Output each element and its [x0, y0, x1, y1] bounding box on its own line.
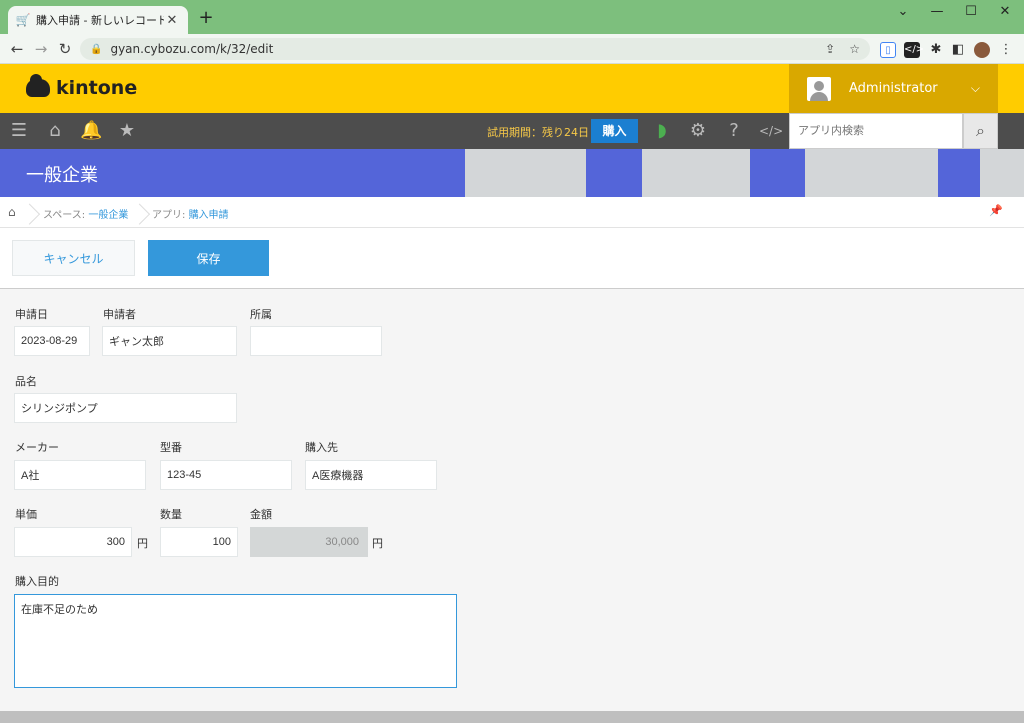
code-icon[interactable]: </> [904, 42, 924, 58]
kintone-logo[interactable]: kintone [26, 74, 138, 99]
applicant-field[interactable] [102, 326, 237, 356]
cancel-button[interactable]: キャンセル [12, 240, 135, 276]
extension-icon[interactable]: ▯ [880, 42, 896, 58]
department-field[interactable] [250, 326, 382, 356]
quantity-field[interactable] [160, 527, 238, 557]
gear-icon[interactable]: ⚙ [687, 120, 709, 142]
sidepanel-icon[interactable]: ◧ [950, 42, 966, 58]
vendor-field[interactable] [305, 460, 437, 490]
back-icon[interactable]: ← [6, 38, 28, 60]
trial-text: 試用期間：残り24日 [487, 126, 589, 139]
breadcrumb-space-prefix: スペース: [43, 210, 89, 221]
price-unit: 円 [137, 537, 148, 550]
url-field[interactable]: 🔒 gyan.cybozu.com/k/32/edit ⇪ ☆ [80, 38, 870, 60]
breadcrumb-space-link[interactable]: 一般企業 [88, 210, 128, 221]
model-field[interactable] [160, 460, 292, 490]
product-label: 品名 [15, 375, 37, 388]
puzzle-icon[interactable]: ✱ [928, 42, 944, 58]
share-icon[interactable]: ⇪ [825, 42, 835, 56]
beginner-icon[interactable]: ◗ [651, 120, 673, 142]
minimize-button[interactable]: — [920, 0, 954, 26]
kintone-header: kintone Administrator ⌵ [0, 64, 1024, 113]
date-label: 申請日 [15, 308, 48, 321]
chevron-down-icon: ⌵ [970, 81, 980, 95]
amount-calculated-field: 30,000 [250, 527, 368, 557]
breadcrumb-app-link[interactable]: 購入申請 [189, 210, 229, 221]
page-bottom-bar [0, 711, 1024, 723]
avatar[interactable] [974, 42, 990, 58]
user-name: Administrator [849, 81, 938, 96]
price-field[interactable] [14, 527, 132, 557]
forward-icon[interactable]: → [30, 38, 52, 60]
star-icon[interactable]: ☆ [849, 42, 860, 56]
favorite-star-icon[interactable]: ★ [116, 120, 138, 142]
url-text: gyan.cybozu.com/k/32/edit [110, 42, 274, 56]
app-search-input[interactable] [789, 113, 963, 149]
address-bar: ← → ↻ 🔒 gyan.cybozu.com/k/32/edit ⇪ ☆ ▯ … [0, 34, 1024, 64]
banner-stripe [586, 149, 642, 197]
user-avatar-icon [807, 76, 831, 101]
purpose-label: 購入目的 [15, 575, 59, 588]
home-icon[interactable]: ⌂ [44, 120, 66, 142]
date-field[interactable] [14, 326, 90, 356]
applicant-label: 申請者 [103, 308, 136, 321]
banner-stripe [750, 149, 805, 197]
record-form: 申請日 申請者 所属 品名 メーカー 型番 購入先 単価 円 数量 金額 30,… [0, 289, 1024, 711]
maker-label: メーカー [15, 441, 59, 454]
buy-button[interactable]: 購入 [591, 119, 638, 143]
model-label: 型番 [160, 441, 182, 454]
save-button[interactable]: 保存 [148, 240, 269, 276]
home-icon[interactable]: ⌂ [8, 205, 16, 219]
logo-icon [26, 74, 50, 97]
hamburger-menu-icon[interactable]: ☰ [8, 120, 30, 142]
pin-icon[interactable]: 📌 [989, 204, 1003, 217]
banner-stripe [938, 149, 980, 197]
bell-icon[interactable]: 🔔 [80, 120, 102, 142]
help-icon[interactable]: ? [723, 120, 745, 142]
breadcrumb-separator [132, 197, 144, 228]
code-icon[interactable]: </> [759, 120, 783, 142]
breadcrumb: ⌂ スペース: 一般企業 アプリ: 購入申請 📌 [0, 197, 1024, 228]
logo-text: kintone [56, 77, 138, 99]
chevron-down-icon[interactable]: ⌄ [886, 0, 920, 26]
cart-icon: 🛒 [15, 13, 31, 27]
amount-unit: 円 [372, 537, 383, 550]
lock-icon: 🔒 [90, 43, 103, 55]
user-menu[interactable]: Administrator ⌵ [789, 64, 998, 113]
quantity-label: 数量 [160, 508, 182, 521]
breadcrumb-separator [22, 197, 34, 228]
price-label: 単価 [15, 508, 37, 521]
breadcrumb-app-prefix: アプリ: [152, 210, 189, 221]
vendor-label: 購入先 [305, 441, 338, 454]
close-window-button[interactable]: ✕ [988, 0, 1022, 26]
search-icon[interactable]: ⌕ [963, 113, 998, 149]
breadcrumb-app: アプリ: 購入申請 [152, 206, 229, 221]
department-label: 所属 [250, 308, 272, 321]
menu-icon[interactable]: ⋮ [998, 42, 1014, 58]
purpose-textarea[interactable]: 在庫不足のため [14, 594, 457, 688]
browser-tab-bar: 🛒 購入申請 - 新しいレコード ✕ + ⌄ — ☐ ✕ [0, 0, 1024, 34]
amount-label: 金額 [250, 508, 272, 521]
maker-field[interactable] [14, 460, 146, 490]
toolbar-edge [998, 113, 1024, 149]
new-tab-button[interactable]: + [196, 8, 216, 28]
maximize-button[interactable]: ☐ [954, 0, 988, 26]
action-bar: キャンセル 保存 [0, 228, 1024, 289]
reload-icon[interactable]: ↻ [54, 38, 76, 60]
space-banner: 一般企業 [0, 149, 1024, 197]
tab-title: 購入申請 - 新しいレコード [36, 14, 164, 27]
space-title: 一般企業 [26, 165, 98, 186]
tab-close-button[interactable]: ✕ [164, 13, 180, 28]
browser-tab[interactable]: 🛒 購入申請 - 新しいレコード ✕ [8, 6, 188, 34]
breadcrumb-space: スペース: 一般企業 [43, 206, 128, 221]
product-field[interactable] [14, 393, 237, 423]
